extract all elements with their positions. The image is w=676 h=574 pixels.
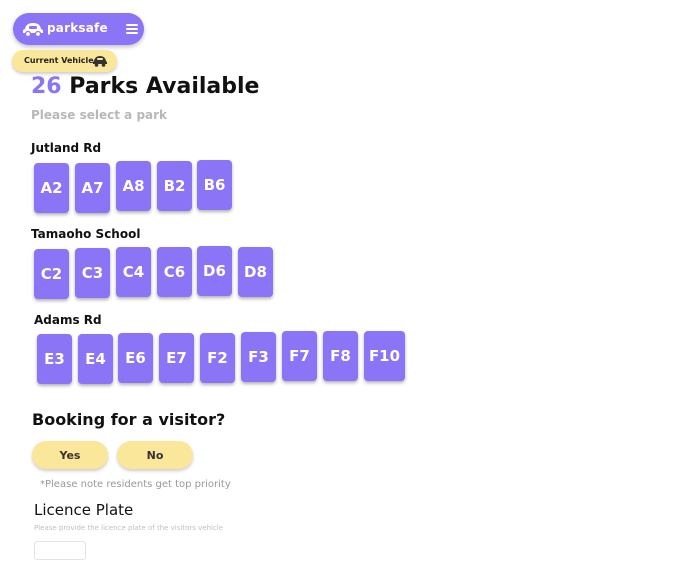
- park-button[interactable]: D8: [238, 247, 273, 297]
- park-button[interactable]: E7: [159, 333, 194, 383]
- park-button[interactable]: C2: [34, 249, 69, 299]
- park-button[interactable]: E3: [37, 334, 72, 384]
- licence-plate-input[interactable]: [34, 541, 86, 560]
- current-vehicle-badge[interactable]: Current Vehicle: [12, 50, 117, 72]
- priority-note: *Please note residents get top priority: [40, 479, 231, 490]
- park-button[interactable]: E4: [78, 334, 113, 384]
- page-title: 26 Parks Available: [31, 74, 259, 99]
- park-button[interactable]: B2: [157, 161, 192, 211]
- park-button[interactable]: F8: [323, 331, 358, 381]
- park-button[interactable]: A8: [116, 161, 151, 211]
- park-button[interactable]: D6: [197, 246, 232, 296]
- park-button[interactable]: B6: [197, 160, 232, 210]
- yes-button[interactable]: Yes: [32, 441, 108, 469]
- brand-nav-pill[interactable]: parksafe: [13, 13, 144, 45]
- park-button[interactable]: A2: [34, 163, 69, 213]
- brand-name: parksafe: [47, 21, 108, 35]
- parks-count: 26: [31, 74, 62, 99]
- park-button[interactable]: C3: [75, 248, 110, 298]
- park-button[interactable]: F7: [282, 331, 317, 381]
- visitor-question: Booking for a visitor?: [32, 410, 226, 429]
- park-button[interactable]: A7: [75, 163, 110, 213]
- licence-plate-title: Licence Plate: [34, 501, 134, 519]
- hamburger-menu-icon[interactable]: [126, 22, 138, 36]
- licence-plate-hint: Please provide the licence plate of the …: [34, 524, 224, 532]
- park-button[interactable]: F3: [241, 332, 276, 382]
- no-button[interactable]: No: [117, 441, 193, 469]
- page-subtitle: Please select a park: [31, 108, 168, 122]
- car-logo-icon: [23, 23, 43, 38]
- page-title-text: Parks Available: [69, 74, 260, 99]
- car-icon: [93, 56, 107, 67]
- park-button[interactable]: C4: [116, 247, 151, 297]
- street-label-tamaoho: Tamaoho School: [31, 227, 141, 241]
- street-label-jutland: Jutland Rd: [31, 141, 102, 155]
- park-button[interactable]: E6: [118, 333, 153, 383]
- park-button[interactable]: F10: [364, 331, 405, 381]
- park-button[interactable]: C6: [157, 247, 192, 297]
- current-vehicle-label: Current Vehicle: [24, 56, 94, 65]
- street-label-adams: Adams Rd: [34, 313, 102, 327]
- park-button[interactable]: F2: [200, 333, 235, 383]
